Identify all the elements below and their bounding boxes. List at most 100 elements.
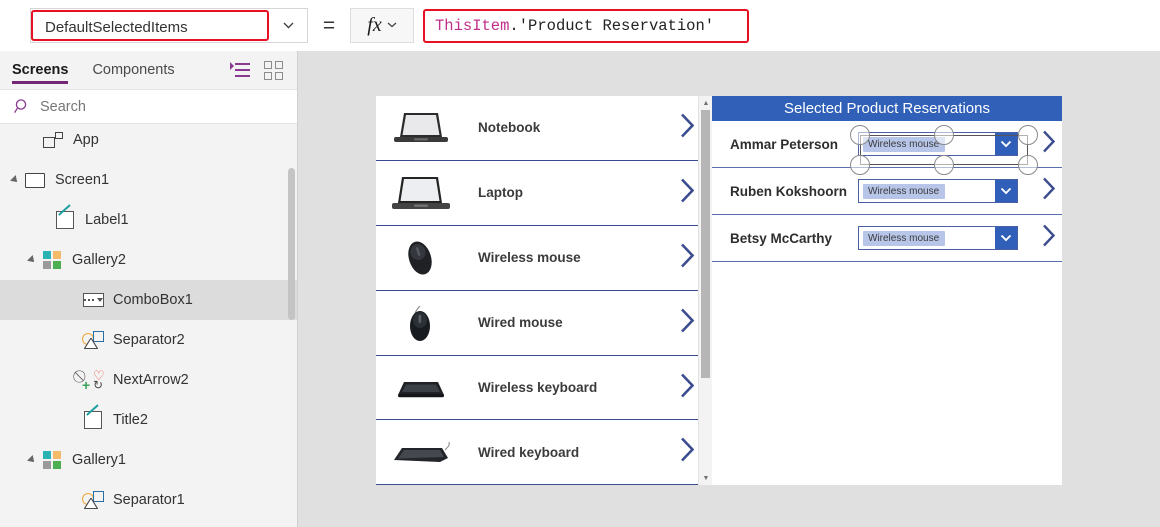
equals-sign: = — [322, 13, 336, 37]
reservation-combobox[interactable]: Wireless mouse — [858, 179, 1018, 203]
label-icon — [54, 209, 76, 231]
chevron-right-icon[interactable] — [680, 112, 695, 143]
sidebar-item-label: ComboBox1 — [113, 292, 193, 308]
fx-button[interactable]: fx — [350, 8, 414, 43]
product-row[interactable]: Wireless keyboard — [376, 355, 713, 421]
combobox-selected-chip: Wireless mouse — [863, 136, 946, 152]
resize-handle-top-left[interactable] — [850, 125, 870, 145]
component-tree-scroll: App Screen1 Label1 Gallery2 ComboBox1 Se… — [0, 124, 297, 524]
resize-handle-top-right[interactable] — [1018, 125, 1038, 145]
sidebar-item-title2[interactable]: Title2 — [0, 400, 297, 440]
chevron-down-icon[interactable] — [269, 10, 307, 41]
chevron-right-icon[interactable] — [680, 437, 695, 468]
wired-mouse-image — [386, 299, 456, 347]
formula-bar: DefaultSelectedItems = fx ThisItem. 'Prod… — [0, 0, 1160, 52]
chevron-right-icon[interactable] — [1042, 224, 1056, 253]
sidebar-item-nextarrow2[interactable]: ⃠♡ +↻ NextArrow2 — [0, 360, 297, 400]
reservation-combobox[interactable]: Wireless mouse — [858, 226, 1018, 250]
formula-input[interactable]: ThisItem. 'Product Reservation' — [423, 8, 749, 43]
product-name: Notebook — [478, 120, 541, 136]
sidebar-item-label: Separator1 — [113, 492, 185, 508]
fx-label: fx — [367, 14, 382, 36]
tab-screens[interactable]: Screens — [12, 51, 69, 89]
reservation-person: Ruben Kokshoorn — [730, 183, 847, 199]
chevron-right-icon[interactable] — [680, 242, 695, 273]
sidebar-item-combobox1[interactable]: ComboBox1 — [0, 280, 297, 320]
twisty-expanded-icon[interactable] — [27, 255, 41, 265]
scroll-down-icon[interactable]: ▼ — [699, 471, 713, 485]
resize-handle-top-center[interactable] — [934, 125, 954, 145]
resize-handle-bottom-right[interactable] — [1018, 155, 1038, 175]
reservation-row[interactable]: Betsy McCarthy Wireless mouse — [712, 215, 1062, 262]
sidebar-item-app[interactable]: App — [0, 124, 297, 160]
component-tree: App Screen1 Label1 Gallery2 ComboBox1 Se… — [0, 124, 297, 524]
gallery-icon — [41, 249, 63, 271]
scroll-up-icon[interactable]: ▲ — [699, 96, 713, 110]
next-arrow-icon: ⃠♡ +↻ — [82, 368, 105, 393]
left-sidebar: Screens Components Search App Screen1 La… — [0, 51, 298, 527]
tab-components[interactable]: Components — [92, 51, 174, 89]
tile-view-icon[interactable] — [264, 60, 283, 80]
screen-icon — [24, 169, 46, 191]
reservation-person: Betsy McCarthy — [730, 230, 833, 246]
property-name-input[interactable]: DefaultSelectedItems — [31, 10, 269, 41]
chevron-right-icon[interactable] — [680, 372, 695, 403]
formula-token-dot: . — [509, 16, 519, 35]
chevron-down-icon[interactable] — [995, 180, 1017, 202]
twisty-expanded-icon[interactable] — [10, 175, 24, 185]
reservation-row[interactable]: Ammar Peterson Wireless mouse — [712, 121, 1062, 168]
tree-view-icon[interactable] — [230, 61, 250, 79]
resize-handle-bottom-left[interactable] — [850, 155, 870, 175]
sidebar-item-screen1[interactable]: Screen1 — [0, 160, 297, 200]
sidebar-item-label1[interactable]: Label1 — [0, 200, 297, 240]
product-gallery[interactable]: Notebook Laptop Wireless mouse Wired mou… — [376, 96, 713, 485]
chevron-right-icon[interactable] — [1042, 130, 1056, 159]
laptop-image — [386, 169, 456, 217]
product-row[interactable]: Wired keyboard — [376, 420, 713, 485]
twisty-expanded-icon[interactable] — [27, 455, 41, 465]
sidebar-item-separator2[interactable]: Separator2 — [0, 320, 297, 360]
search-box[interactable]: Search — [0, 89, 297, 124]
notebook-image — [386, 104, 456, 152]
sidebar-item-gallery2[interactable]: Gallery2 — [0, 240, 297, 280]
product-gallery-scrollbar-thumb[interactable] — [701, 110, 710, 378]
chevron-right-icon[interactable] — [680, 307, 695, 338]
product-gallery-scrollbar[interactable]: ▲ ▼ — [698, 96, 713, 485]
product-row[interactable]: Notebook — [376, 96, 713, 161]
sidebar-item-label: Gallery2 — [72, 252, 126, 268]
sidebar-item-label: Separator2 — [113, 332, 185, 348]
reservation-person: Ammar Peterson — [730, 136, 839, 152]
chevron-right-icon[interactable] — [1042, 177, 1056, 206]
chevron-down-icon[interactable] — [995, 133, 1017, 155]
product-name: Laptop — [478, 185, 523, 201]
search-input[interactable]: Search — [40, 99, 86, 115]
resize-handle-bottom-center[interactable] — [934, 155, 954, 175]
product-row[interactable]: Wireless mouse — [376, 225, 713, 291]
reservation-gallery-title: Selected Product Reservations — [712, 96, 1062, 121]
combobox-selected-chip: Wireless mouse — [863, 183, 946, 199]
search-icon — [14, 99, 27, 113]
chevron-down-icon[interactable] — [995, 227, 1017, 249]
label-icon — [82, 409, 104, 431]
product-row[interactable]: Wired mouse — [376, 290, 713, 356]
sidebar-item-partial[interactable]: ⃠♡ +↻ — [0, 520, 297, 524]
chevron-right-icon[interactable] — [680, 177, 695, 208]
product-row[interactable]: Laptop — [376, 160, 713, 226]
sidebar-item-gallery1[interactable]: Gallery1 — [0, 440, 297, 480]
sidebar-item-label: Title2 — [113, 412, 148, 428]
sidebar-item-separator1[interactable]: Separator1 — [0, 480, 297, 520]
reservation-row[interactable]: Ruben Kokshoorn Wireless mouse — [712, 168, 1062, 215]
formula-token-object: ThisItem — [435, 16, 510, 35]
sidebar-scrollbar-thumb[interactable] — [288, 168, 295, 320]
chevron-down-icon[interactable] — [387, 20, 397, 31]
separator-icon — [82, 489, 104, 511]
sidebar-view-tools — [230, 60, 297, 80]
reservation-gallery[interactable]: Selected Product Reservations Ammar Pete… — [712, 96, 1062, 485]
product-name: Wireless mouse — [478, 250, 581, 266]
gallery-icon — [41, 449, 63, 471]
wired-keyboard-image — [386, 428, 456, 476]
property-selector[interactable]: DefaultSelectedItems — [30, 8, 308, 43]
sidebar-scrollbar[interactable] — [288, 124, 296, 524]
product-name: Wired mouse — [478, 315, 563, 331]
formula-input-wrap: ThisItem. 'Product Reservation' — [423, 8, 1160, 44]
